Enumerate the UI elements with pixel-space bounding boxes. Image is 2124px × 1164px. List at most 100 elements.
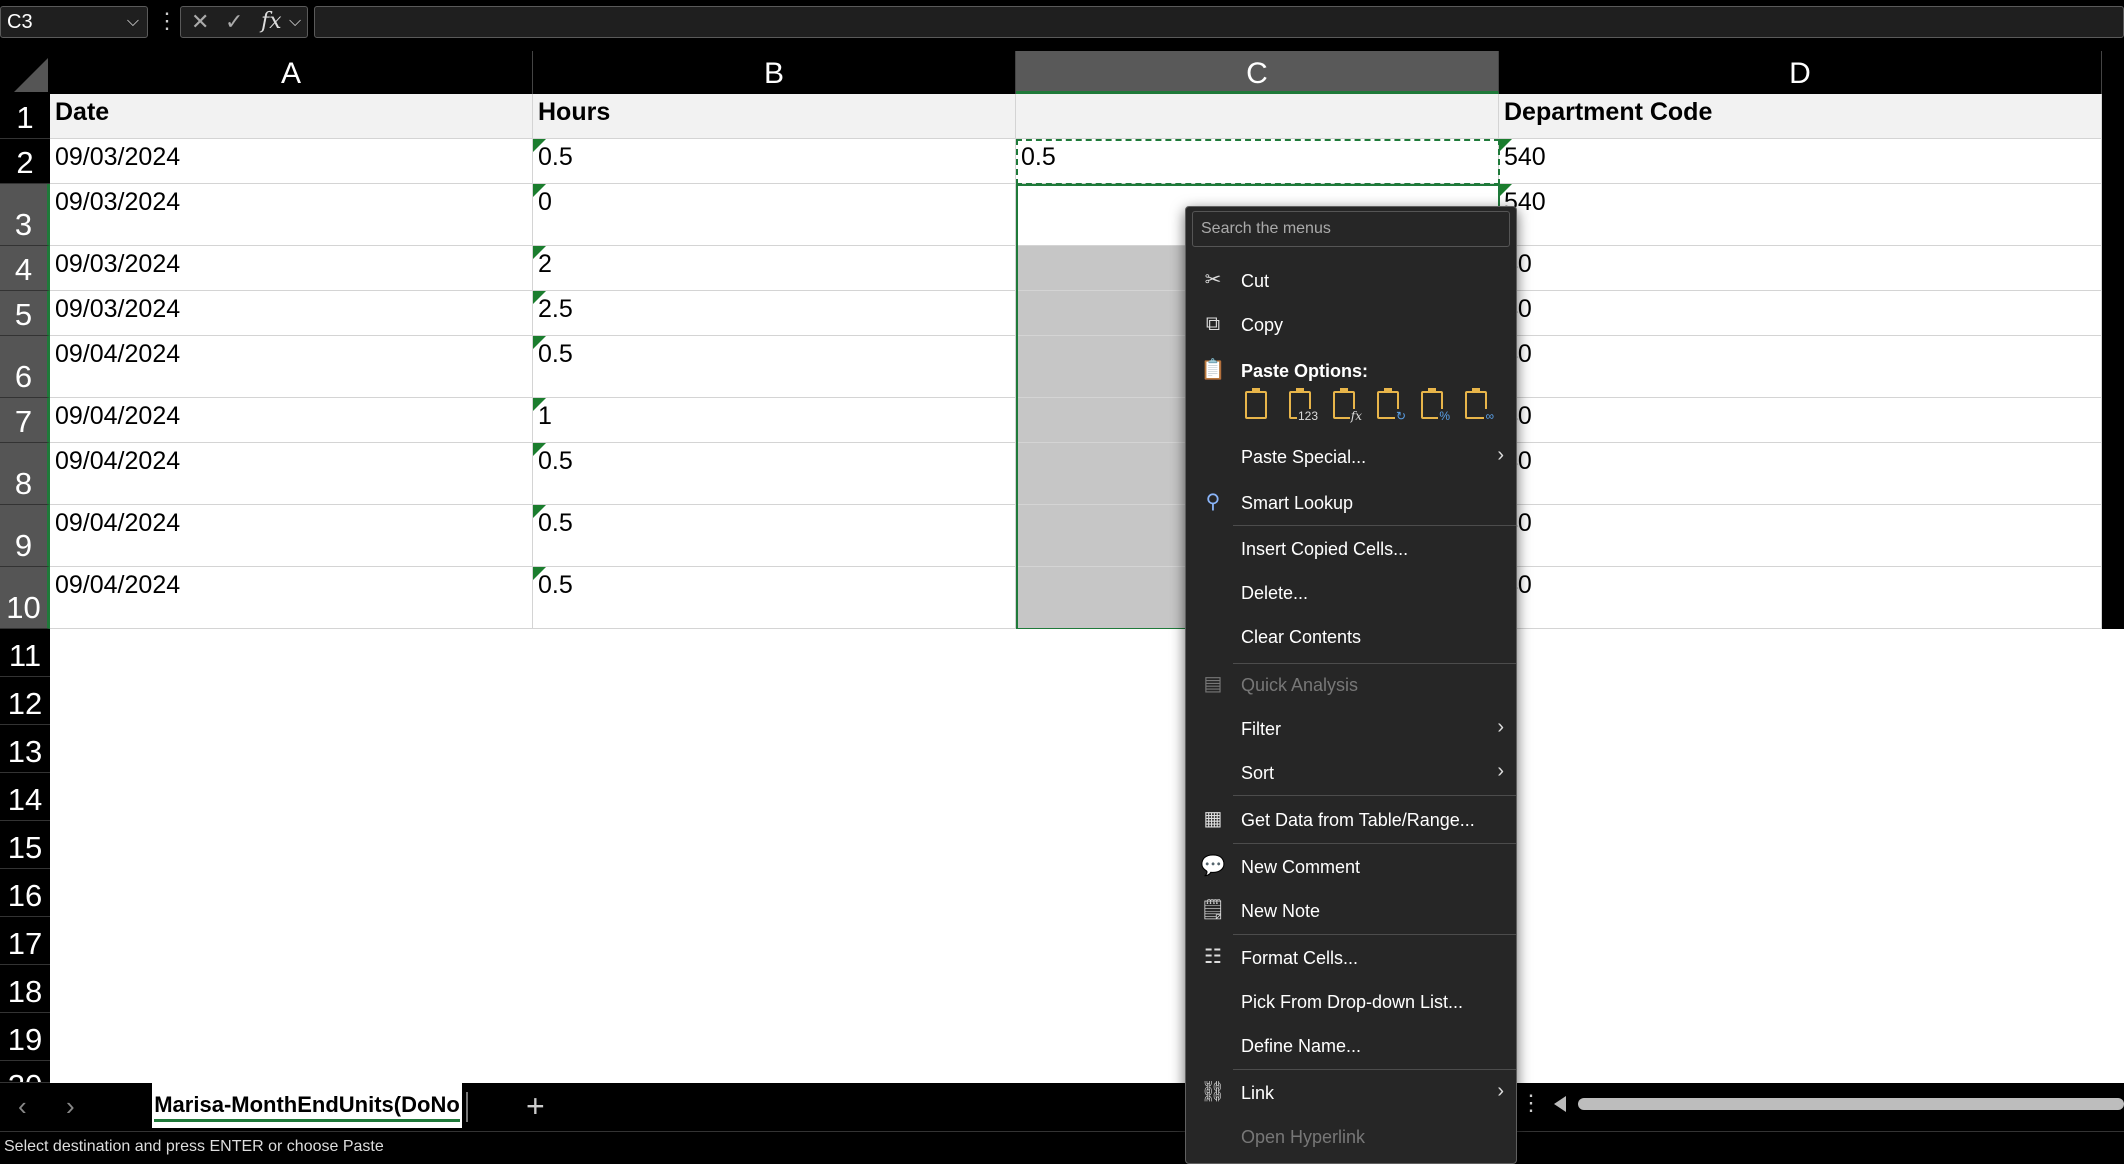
column-header-c[interactable]: C (1016, 51, 1499, 94)
cell-d5[interactable]: 40 (1499, 291, 2102, 336)
row-header-6[interactable]: 6 (0, 336, 50, 398)
row-header-5[interactable]: 5 (0, 291, 50, 336)
row-header-13[interactable]: 13 (0, 725, 50, 773)
cell-b7[interactable]: 1 (533, 398, 1016, 443)
row-header-17[interactable]: 17 (0, 917, 50, 965)
cell-b3[interactable]: 0 (533, 184, 1016, 246)
row-number: 10 (6, 590, 41, 625)
scroll-left-icon[interactable] (1554, 1096, 1566, 1112)
row-number: 9 (14, 528, 33, 563)
cell-a7[interactable]: 09/04/2024 (50, 398, 533, 443)
formula-input[interactable] (314, 6, 2124, 38)
row-header-12[interactable]: 12 (0, 677, 50, 725)
cell-d4[interactable]: 40 (1499, 246, 2102, 291)
row-header-9[interactable]: 9 (0, 505, 50, 567)
row-header-11[interactable]: 11 (0, 629, 50, 677)
menu-item-new-comment[interactable]: 💬 New Comment (1186, 847, 1516, 887)
row-header-10[interactable]: 10 (0, 567, 50, 629)
menu-item-pick-from-list[interactable]: Pick From Drop-down List... (1186, 982, 1516, 1022)
cell-b2[interactable]: 0.5 (533, 139, 1016, 184)
menu-item-insert-copied-cells[interactable]: Insert Copied Cells... (1186, 529, 1516, 569)
cell-b1[interactable]: Hours (533, 94, 1016, 139)
row-header-7[interactable]: 7 (0, 398, 50, 443)
paste-icon[interactable] (1239, 387, 1275, 423)
menu-item-cut[interactable]: ✂ Cut (1186, 261, 1516, 301)
row-header-16[interactable]: 16 (0, 869, 50, 917)
cell-a2[interactable]: 09/03/2024 (50, 139, 533, 184)
cell-b5[interactable]: 2.5 (533, 291, 1016, 336)
row-header-1[interactable]: 1 (0, 94, 50, 139)
row-header-15[interactable]: 15 (0, 821, 50, 869)
menu-item-label: Open Hyperlink (1241, 1127, 1366, 1147)
paste-values-icon[interactable]: 123 (1283, 387, 1319, 423)
paste-link-icon[interactable]: ∞ (1459, 387, 1495, 423)
cell-a10[interactable]: 09/04/2024 (50, 567, 533, 629)
menu-item-filter[interactable]: Filter › (1186, 709, 1516, 749)
cell-d2[interactable]: 540 (1499, 139, 2102, 184)
column-header-b[interactable]: B (533, 51, 1016, 94)
menu-divider (1233, 795, 1516, 796)
menu-item-copy[interactable]: ⧉ Copy (1186, 305, 1516, 345)
cell-a9[interactable]: 09/04/2024 (50, 505, 533, 567)
name-box[interactable]: C3 ⌵ (0, 6, 148, 38)
prev-sheet-icon[interactable]: ‹ (18, 1091, 27, 1122)
select-all-corner[interactable] (0, 51, 50, 94)
more-options-icon[interactable]: ⋮ (156, 8, 178, 34)
cell-a8[interactable]: 09/04/2024 (50, 443, 533, 505)
menu-item-link[interactable]: ⛓ Link › (1186, 1073, 1516, 1113)
cell-a4[interactable]: 09/03/2024 (50, 246, 533, 291)
row-header-3[interactable]: 3 (0, 184, 50, 246)
insert-function-icon[interactable]: fx (261, 7, 282, 37)
cancel-icon[interactable]: ✕ (191, 7, 209, 37)
sheet-tab-active[interactable]: Marisa-MonthEndUnits(DoNo (152, 1083, 462, 1128)
paste-transpose-icon[interactable]: ↻ (1371, 387, 1407, 423)
next-sheet-icon[interactable]: › (66, 1091, 75, 1122)
row-header-19[interactable]: 19 (0, 1013, 50, 1061)
cell-a1[interactable]: Date (50, 94, 533, 139)
paste-formulas-icon[interactable]: fx (1327, 387, 1363, 423)
cell-b6[interactable]: 0.5 (533, 336, 1016, 398)
cell-a3[interactable]: 09/03/2024 (50, 184, 533, 246)
cell-d7[interactable]: 40 (1499, 398, 2102, 443)
column-header-d[interactable]: D (1499, 51, 2102, 94)
menu-item-label: Filter (1241, 719, 1281, 739)
cell-d3[interactable]: 540 (1499, 184, 2102, 246)
row-header-4[interactable]: 4 (0, 246, 50, 291)
empty-grid-area[interactable] (50, 629, 2124, 1083)
menu-item-new-note[interactable]: 🗒 New Note (1186, 891, 1516, 931)
menu-item-get-data[interactable]: ▦ Get Data from Table/Range... (1186, 800, 1516, 840)
cell-d9[interactable]: 40 (1499, 505, 2102, 567)
add-sheet-button[interactable]: + (526, 1088, 545, 1125)
menu-item-delete[interactable]: Delete... (1186, 573, 1516, 613)
cell-b4[interactable]: 2 (533, 246, 1016, 291)
cell-d10[interactable]: 40 (1499, 567, 2102, 629)
menu-item-clear-contents[interactable]: Clear Contents (1186, 617, 1516, 657)
enter-icon[interactable]: ✓ (225, 7, 243, 37)
menu-search-input[interactable]: Search the menus (1192, 211, 1510, 247)
paste-formatting-icon[interactable]: % (1415, 387, 1451, 423)
chevron-down-icon[interactable]: ⌵ (127, 7, 139, 37)
more-options-icon[interactable]: ⋮ (1520, 1090, 1542, 1116)
menu-item-smart-lookup[interactable]: ⚲ Smart Lookup (1186, 483, 1516, 523)
row-header-14[interactable]: 14 (0, 773, 50, 821)
column-header-a[interactable]: A (50, 51, 533, 94)
cell-b8[interactable]: 0.5 (533, 443, 1016, 505)
cell-b9[interactable]: 0.5 (533, 505, 1016, 567)
row-header-18[interactable]: 18 (0, 965, 50, 1013)
menu-item-sort[interactable]: Sort › (1186, 753, 1516, 793)
cell-d1[interactable]: Department Code (1499, 94, 2102, 139)
cell-a5[interactable]: 09/03/2024 (50, 291, 533, 336)
menu-item-paste-special[interactable]: Paste Special... › (1186, 437, 1516, 477)
menu-item-format-cells[interactable]: ☷ Format Cells... (1186, 938, 1516, 978)
horizontal-scrollbar[interactable] (1578, 1098, 2124, 1110)
cell-c1[interactable] (1016, 94, 1499, 139)
cell-d8[interactable]: 40 (1499, 443, 2102, 505)
chevron-down-icon[interactable]: ⌵ (289, 7, 301, 37)
row-header-2[interactable]: 2 (0, 139, 50, 184)
cell-d6[interactable]: 40 (1499, 336, 2102, 398)
row-header-8[interactable]: 8 (0, 443, 50, 505)
row-header-20[interactable]: 20 (0, 1061, 50, 1083)
menu-item-define-name[interactable]: Define Name... (1186, 1026, 1516, 1066)
cell-a6[interactable]: 09/04/2024 (50, 336, 533, 398)
cell-b10[interactable]: 0.5 (533, 567, 1016, 629)
